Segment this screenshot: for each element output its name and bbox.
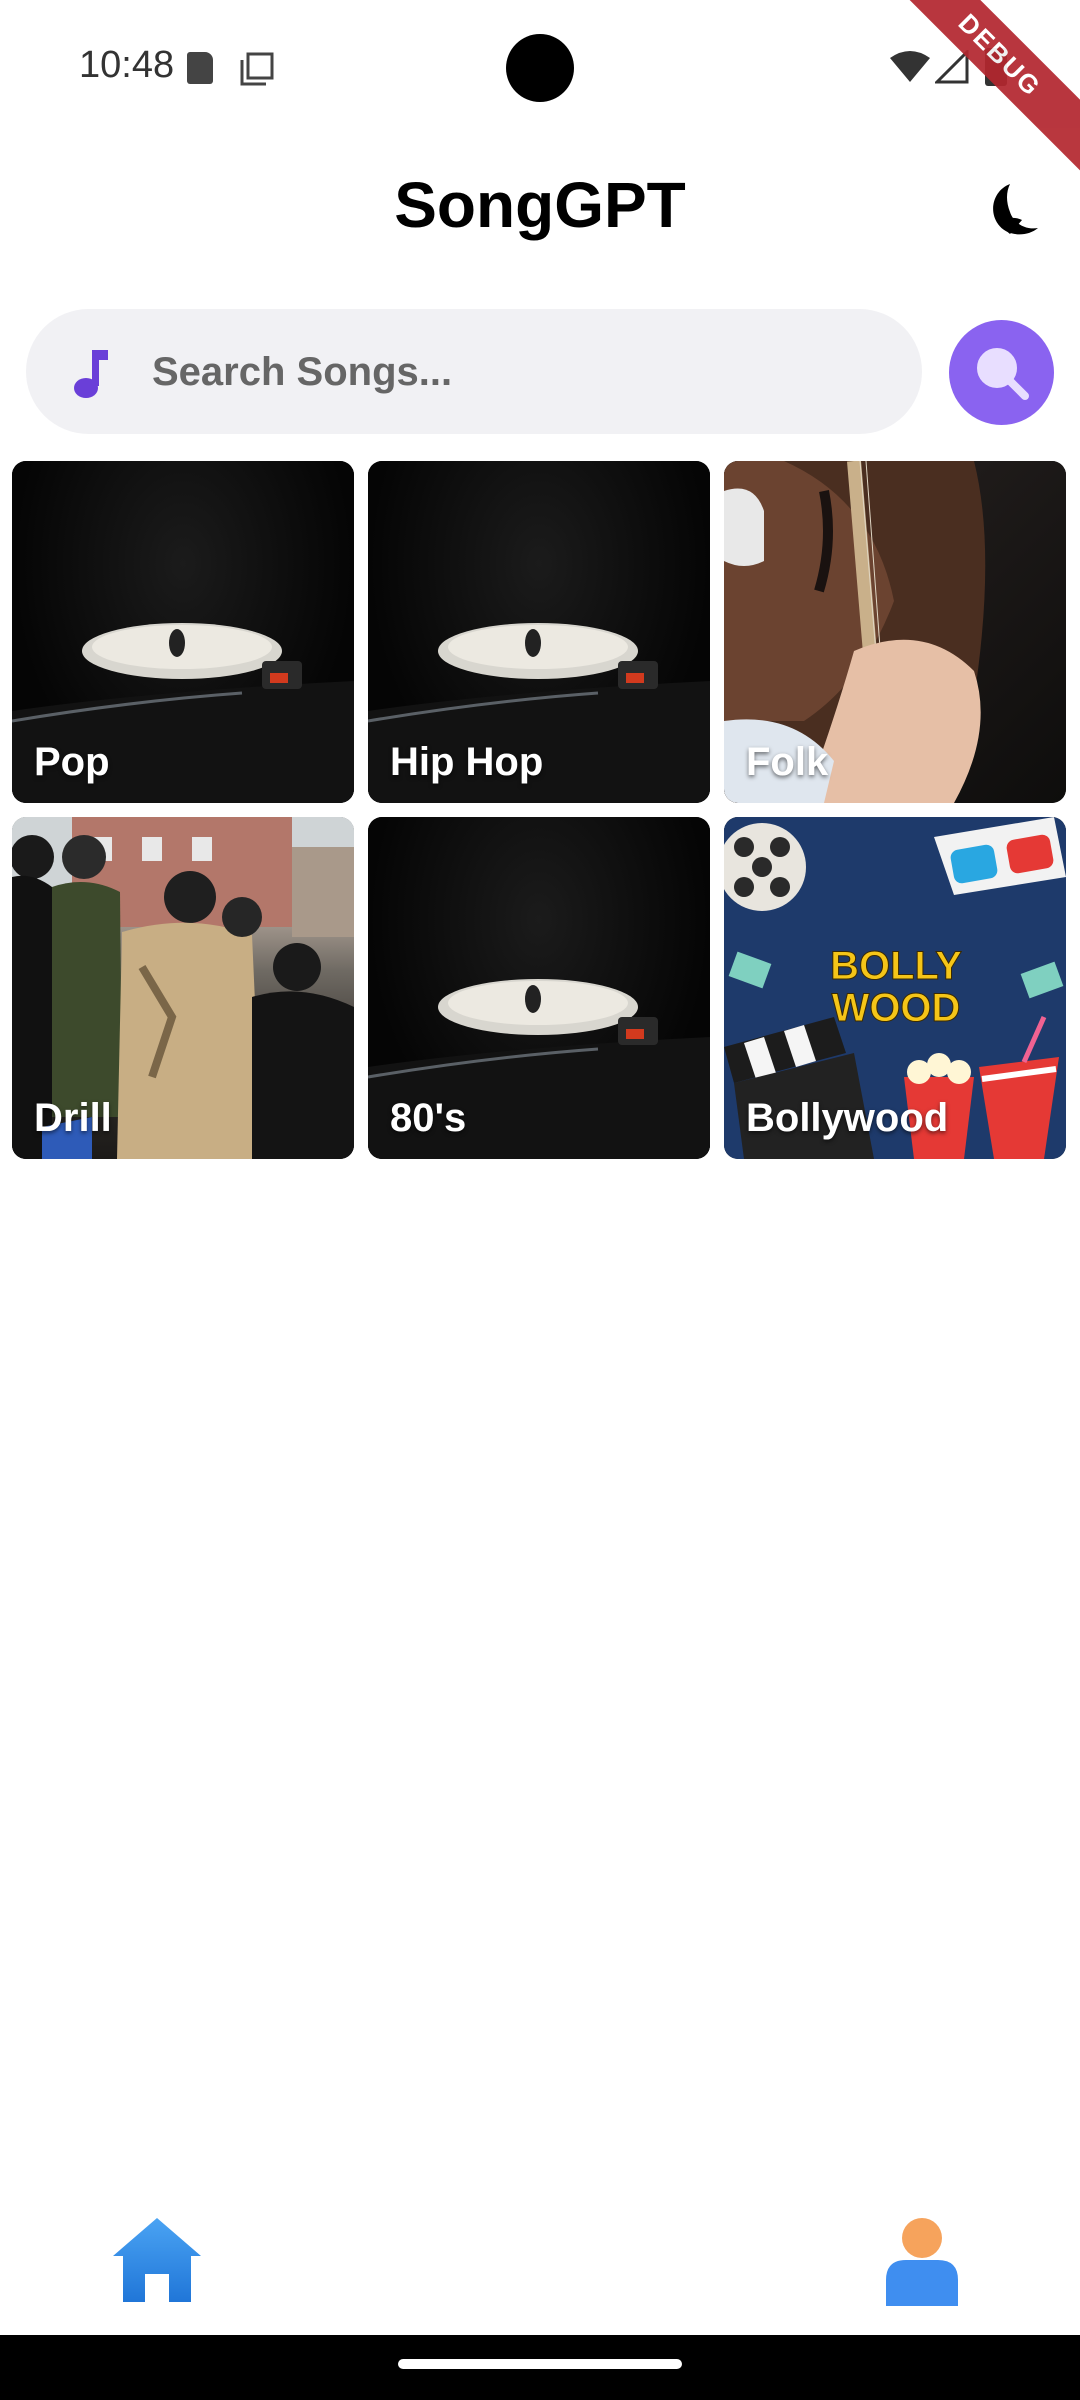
system-navigation-bar [0,2335,1080,2400]
genre-label: Folk [746,740,829,784]
search-input[interactable] [152,340,892,404]
sd-card-icon [187,52,213,84]
search-icon [977,348,1029,400]
app-title: SongGPT [394,169,686,241]
soundwave-icon[interactable] [477,2210,603,2310]
genre-label: Bollywood [746,1096,949,1140]
home-gesture-handle[interactable] [398,2359,682,2369]
genre-label: Drill [34,1096,112,1140]
genre-label: 80's [390,1096,467,1140]
genre-tile-folk[interactable]: Folk [724,461,1066,803]
user-icon[interactable] [872,2210,972,2310]
search-button[interactable] [949,320,1054,425]
bottom-navigation [0,2180,1080,2335]
debug-banner: DEBUG [876,0,1080,179]
genre-label: Pop [34,740,110,784]
genre-tile-drill[interactable]: Drill [12,817,354,1159]
genre-label: Hip Hop [390,740,544,784]
music-note-icon [74,350,108,398]
home-icon[interactable] [107,2210,207,2310]
genre-grid: Pop Hip Hop Folk Drill 80's BOLLY WOOD B… [12,461,1068,1159]
status-bar: 10:48 DEBUG [0,0,1080,179]
bollywood-poster-title-line-1: BOLLY [830,944,962,988]
wifi-icon [890,51,930,82]
genre-tile-hip-hop[interactable]: Hip Hop [368,461,710,803]
genre-tile-pop[interactable]: Pop [12,461,354,803]
camera-cutout [506,34,574,102]
bollywood-poster-title-line-2: WOOD [832,986,961,1030]
genre-tile-bollywood[interactable]: BOLLY WOOD Bollywood [724,817,1066,1159]
status-time: 10:48 [79,44,175,86]
genre-tile-80s[interactable]: 80's [368,817,710,1159]
screenshot-icon [240,52,274,86]
moon-icon[interactable] [980,176,1050,246]
